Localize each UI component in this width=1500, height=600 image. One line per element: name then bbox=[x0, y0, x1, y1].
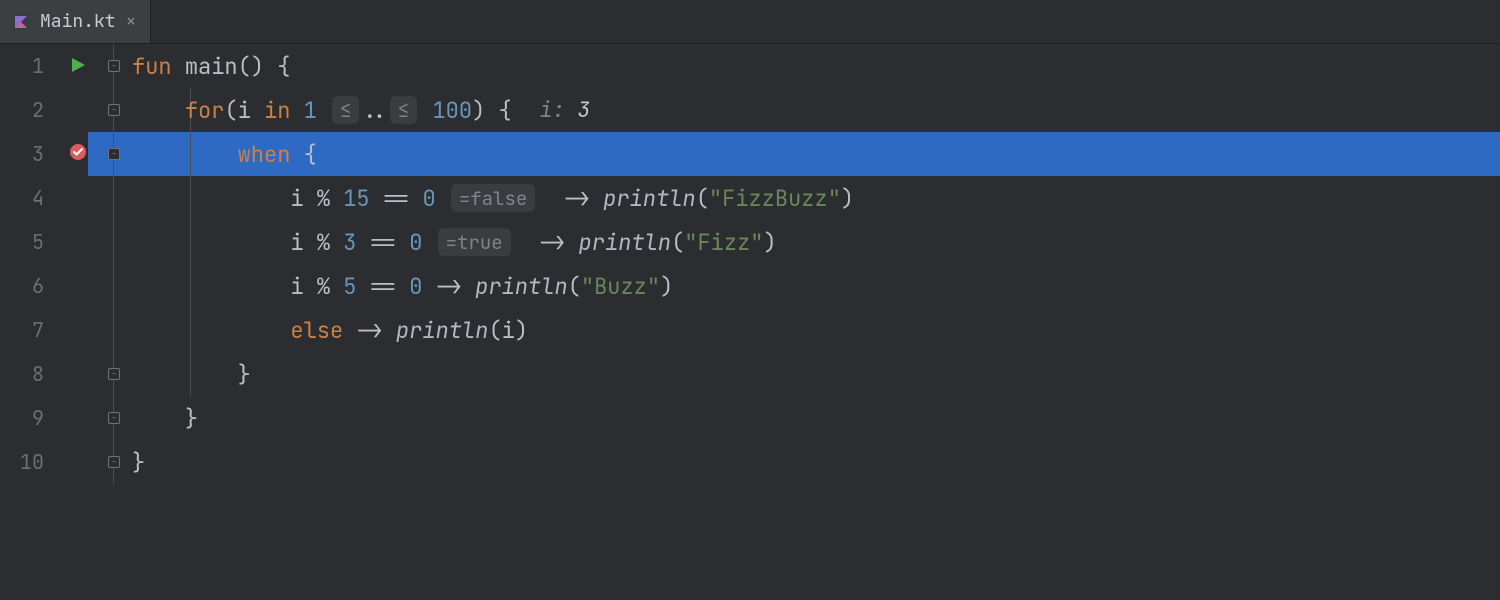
line-number: 3 bbox=[0, 141, 56, 167]
string-literal: FizzBuzz bbox=[722, 184, 828, 213]
string-literal: Buzz bbox=[594, 272, 647, 301]
line-number: 6 bbox=[0, 273, 56, 299]
number-literal: 1 bbox=[304, 96, 317, 125]
evaluation-hint: = true bbox=[438, 228, 511, 256]
line-number: 10 bbox=[0, 449, 56, 475]
fold-toggle-icon[interactable]: − bbox=[108, 456, 120, 468]
range-hint: ≤ bbox=[390, 96, 417, 124]
function-call: println bbox=[603, 184, 695, 213]
number-literal: 100 bbox=[432, 96, 472, 125]
code-line[interactable]: 5 i % 3 == 0 = true -> println("Fizz") bbox=[0, 220, 1500, 264]
keyword: for bbox=[185, 96, 225, 125]
code-line[interactable]: 2 − for(i in 1 ≤..≤ 100) { i: 3 bbox=[0, 88, 1500, 132]
breakpoint-verified-icon[interactable] bbox=[68, 140, 88, 169]
fold-toggle-icon[interactable]: − bbox=[108, 368, 120, 380]
number-literal: 3 bbox=[343, 228, 356, 257]
function-call: println bbox=[396, 316, 488, 345]
code-line[interactable]: 9 − } bbox=[0, 396, 1500, 440]
code-line[interactable]: 3 − when { bbox=[0, 132, 1500, 176]
function-call: println bbox=[475, 272, 567, 301]
editor-tabbar: Main.kt × bbox=[0, 0, 1500, 44]
function-call: println bbox=[579, 228, 671, 257]
inline-variable-hint: i: 3 bbox=[540, 97, 590, 124]
code-line[interactable]: 1 − fun main() { bbox=[0, 44, 1500, 88]
code-line[interactable]: 7 else -> println(i) bbox=[0, 308, 1500, 352]
number-literal: 0 bbox=[409, 272, 422, 301]
fold-toggle-icon[interactable]: − bbox=[108, 412, 120, 424]
line-number: 7 bbox=[0, 317, 56, 343]
string-literal: Fizz bbox=[697, 228, 750, 257]
line-number: 1 bbox=[0, 53, 56, 79]
line-number: 2 bbox=[0, 97, 56, 123]
code-line[interactable]: 6 i % 5 == 0 -> println("Buzz") bbox=[0, 264, 1500, 308]
line-number: 9 bbox=[0, 405, 56, 431]
line-number: 4 bbox=[0, 185, 56, 211]
fold-toggle-icon[interactable]: − bbox=[108, 104, 120, 116]
number-literal: 0 bbox=[409, 228, 422, 257]
keyword: else bbox=[290, 316, 343, 345]
evaluation-hint: = false bbox=[451, 184, 535, 212]
code-editor[interactable]: 1 − fun main() { 2 − for(i in 1 ≤..≤ 100… bbox=[0, 44, 1500, 600]
line-number: 5 bbox=[0, 229, 56, 255]
close-icon[interactable]: × bbox=[126, 13, 137, 31]
code-line[interactable]: 4 i % 15 == 0 = false -> println("FizzBu… bbox=[0, 176, 1500, 220]
code-line[interactable]: 8 − } bbox=[0, 352, 1500, 396]
run-icon[interactable] bbox=[69, 52, 87, 81]
function-name: main bbox=[185, 52, 238, 81]
number-literal: 0 bbox=[422, 184, 435, 213]
keyword: when bbox=[238, 140, 291, 169]
code-line[interactable]: 10 − } bbox=[0, 440, 1500, 484]
kotlin-file-icon bbox=[12, 13, 30, 31]
keyword: fun bbox=[132, 52, 172, 81]
file-tab-label: Main.kt bbox=[40, 10, 116, 33]
fold-toggle-icon[interactable]: − bbox=[108, 60, 120, 72]
number-literal: 15 bbox=[343, 184, 369, 213]
fold-toggle-icon[interactable]: − bbox=[108, 148, 120, 160]
file-tab[interactable]: Main.kt × bbox=[0, 0, 151, 43]
number-literal: 5 bbox=[343, 272, 356, 301]
line-number: 8 bbox=[0, 361, 56, 387]
range-hint: ≤ bbox=[332, 96, 359, 124]
keyword: in bbox=[264, 96, 290, 125]
